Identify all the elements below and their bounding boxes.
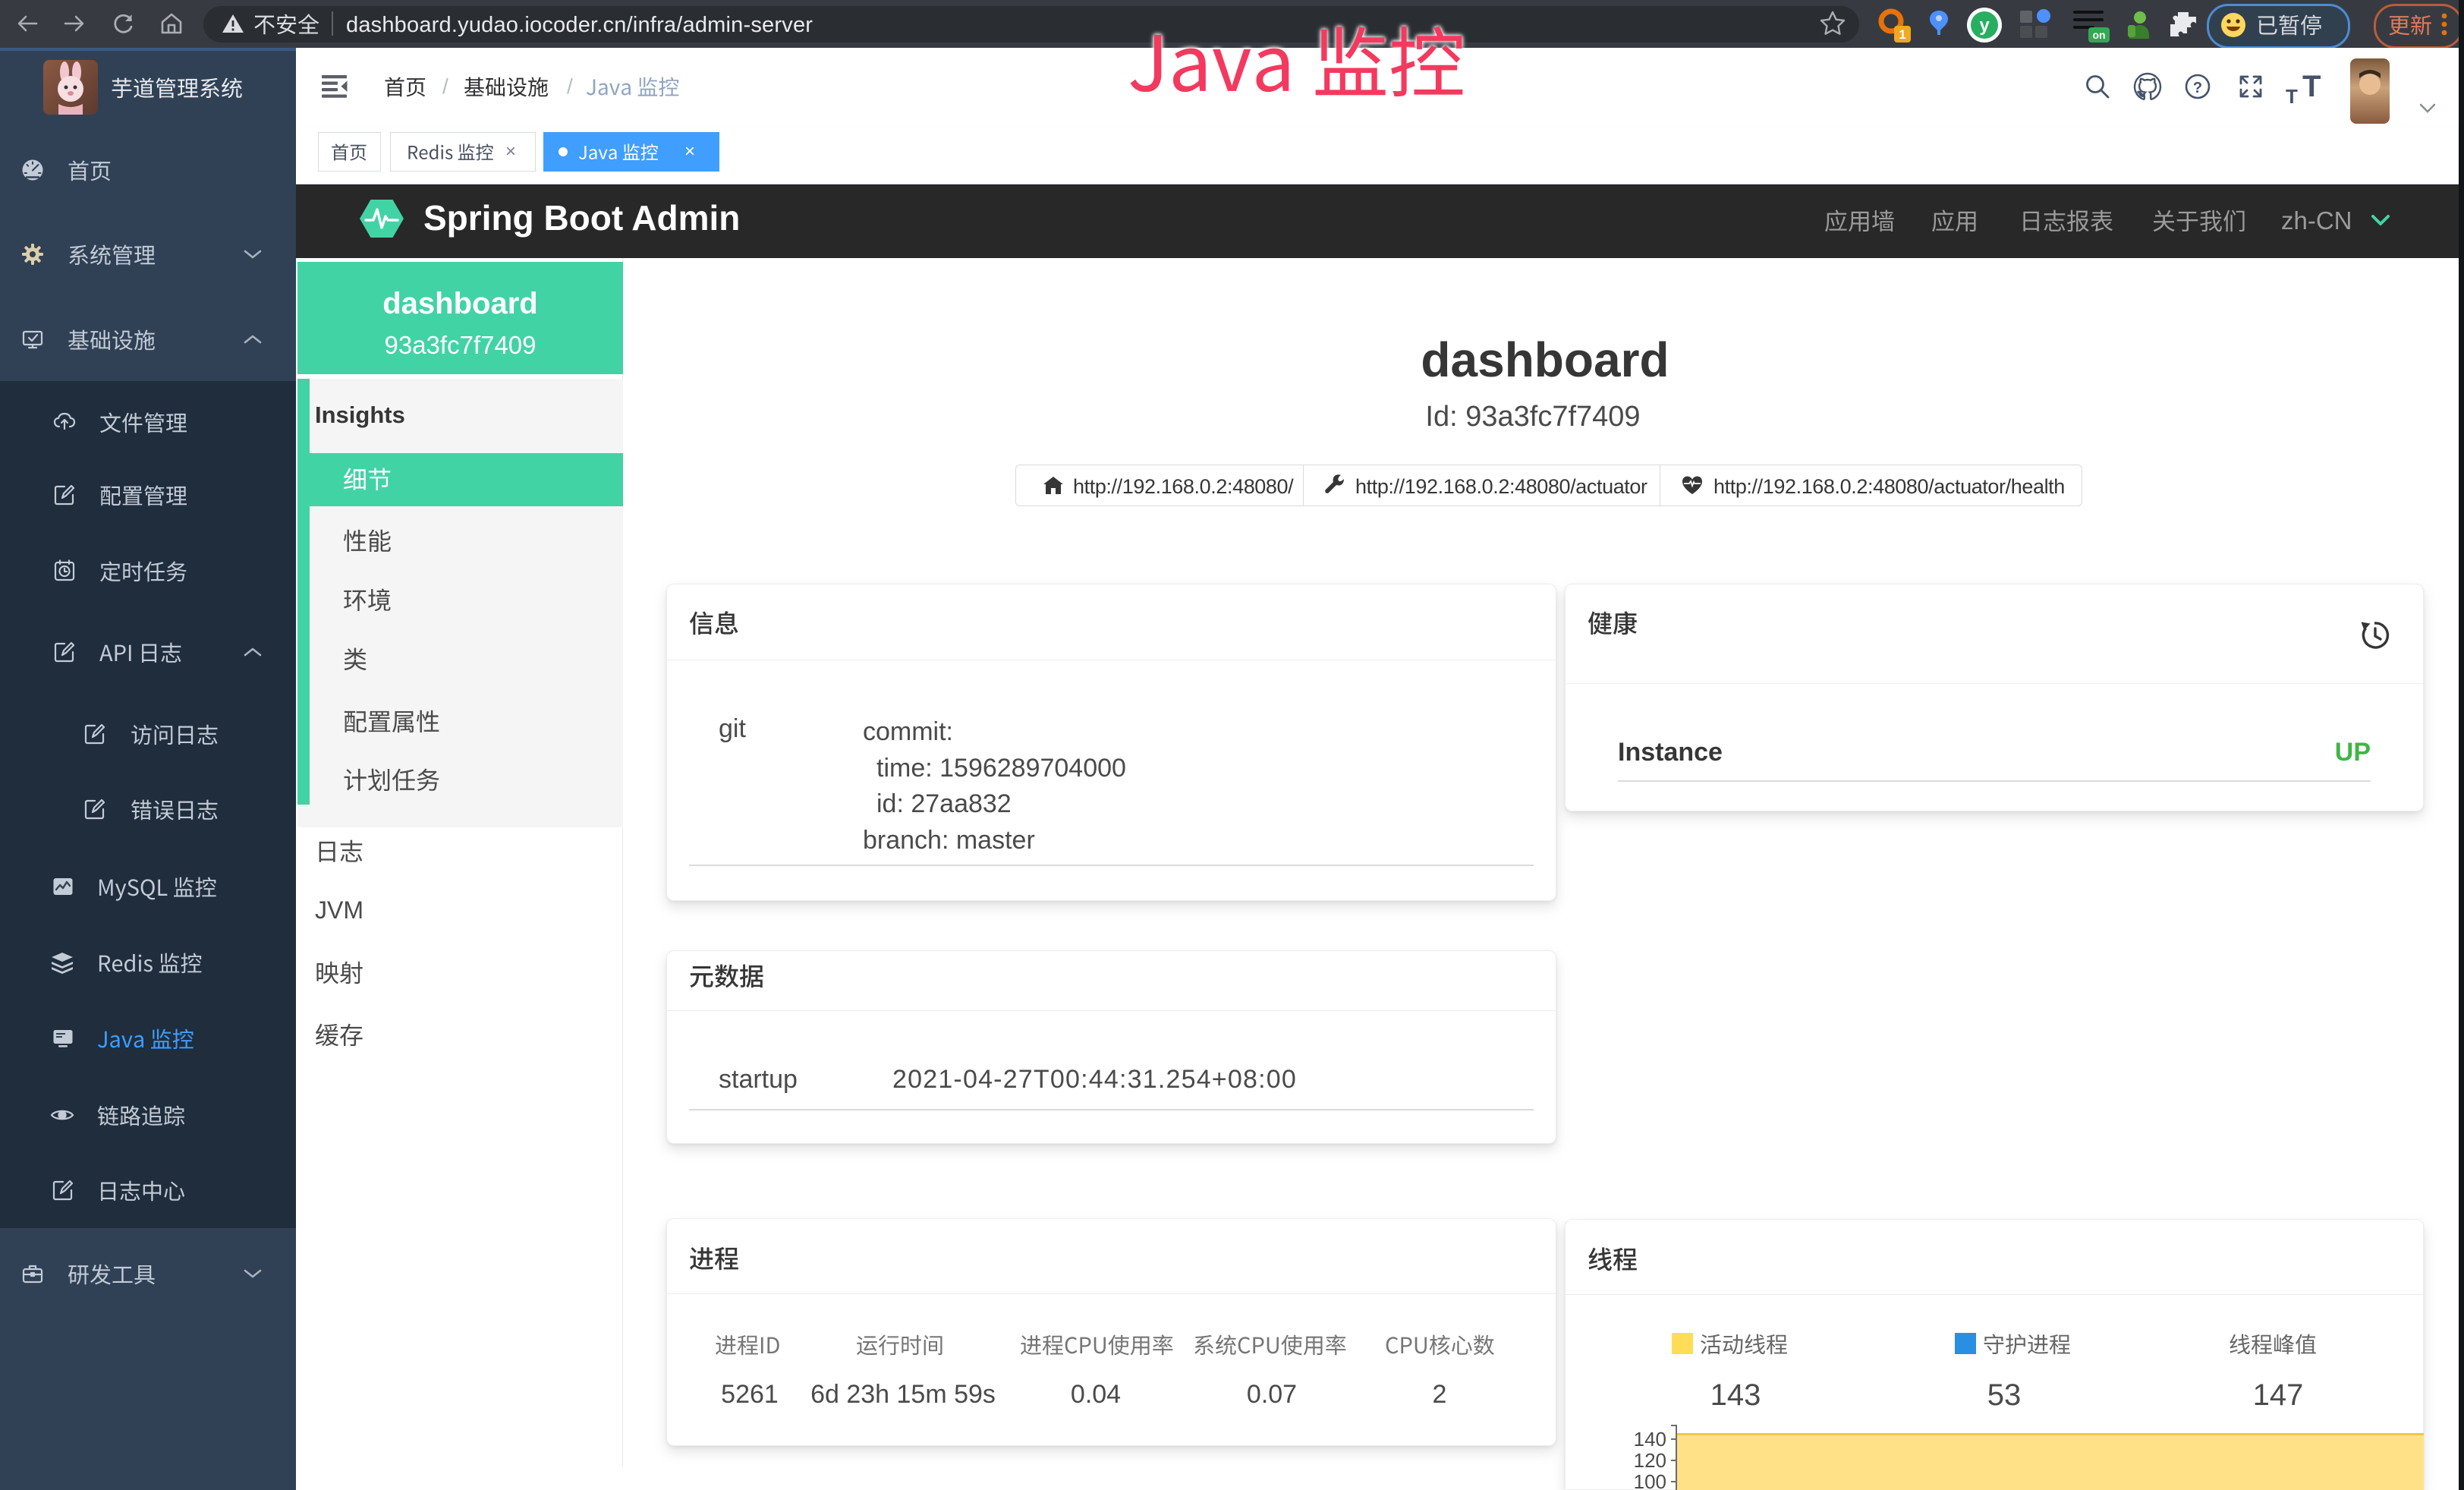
svg-text:1: 1: [1899, 27, 1905, 42]
svg-text:y: y: [1979, 15, 1990, 36]
svg-text:?: ?: [2193, 80, 2202, 96]
svg-text:on: on: [2092, 29, 2105, 41]
